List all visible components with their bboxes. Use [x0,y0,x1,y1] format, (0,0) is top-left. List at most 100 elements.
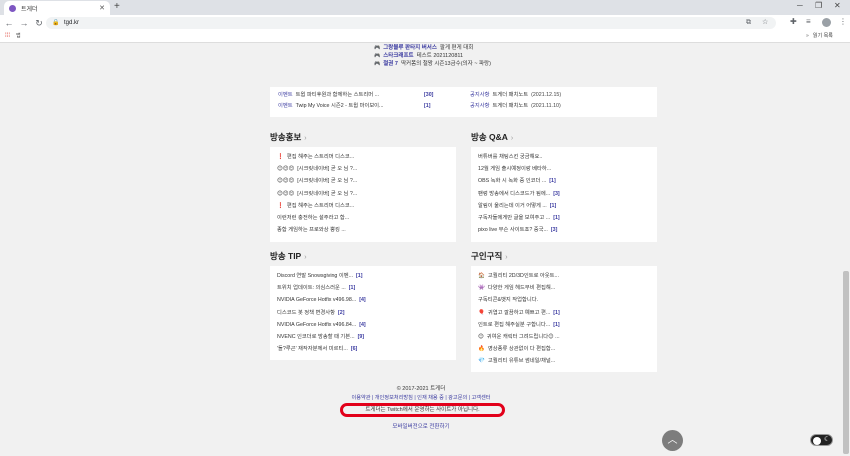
bookmarks-more-icon[interactable]: » [806,31,809,42]
chevron-right-icon: › [510,135,514,142]
section-title-promo[interactable]: 방송홍보 › [270,131,307,143]
promo-list: ❗ 편집 해주는 스트리머 디스코... 😊😊😊 [시크릿네이버] 곧 오 님 ?.… [277,151,357,236]
event-notice-box: 이벤트 트윕 파티후원과 함께하는 스트리머 ... [30] 이벤트 Twip… [270,87,657,117]
list-item[interactable]: '돌?루곤' 재작자분께서 미르티... [6] [277,343,366,355]
smile-icon: 😊😊😊 [277,190,295,197]
tip-card: Discord 연말 Snowsgiving 이벤... [1] 트위치 업데이트… [270,266,456,360]
smile-icon: 😊😊😊 [277,178,295,185]
bookmark-star-icon[interactable]: ☆ [762,17,768,29]
notice-item[interactable]: 🎮 스타크래프트 테스트 2021120811 [374,52,491,60]
list-item[interactable]: ❗ 편집 해주는 스트리머 디스코... [277,151,357,163]
reload-icon[interactable]: ↻ [33,18,45,29]
dark-mode-toggle[interactable]: ☾ [810,434,833,446]
gem-icon: 💎 [478,358,485,365]
list-item[interactable]: Discord 연말 Snowsgiving 이벤... [1] [277,270,366,282]
mobile-version-link[interactable]: 모바일버전으로 전환하기 [0,422,842,430]
gamepad-icon: 🎮 [374,53,381,59]
menu-icon[interactable]: ⋮ [839,17,847,26]
list-item[interactable]: 이런저런 충전하는 설주라고 합... [277,212,357,224]
site-favicon-icon [9,4,16,12]
list-item[interactable]: 트위치 업데이트: 의심스러운 ... [1] [277,282,366,294]
moon-icon: ☾ [824,436,831,443]
address-bar[interactable]: 🔒 tgd.kr ⧉ ☆ [46,17,776,29]
extension-icon[interactable]: ✚ [790,17,797,26]
house-icon: 🏠 [478,273,485,279]
chevron-right-icon: › [505,254,508,261]
tab-title: 트게더 [21,6,38,13]
list-item[interactable]: NVIDIA GeForce Hotfix v496.84... [4] [277,319,366,331]
list-item[interactable]: 종합 게임하는 프로와상 뿡킹 ... [277,224,357,236]
footer-links[interactable]: 이용약관 | 개인정보처리방침 | 인재 채용 중 | 광고문의 | 고객센터 [0,394,842,401]
list-item[interactable]: 😊 귀여운 캐릭터 그려드립니다😊 ... [478,331,560,343]
reading-list-link[interactable]: 읽기 목록 [813,31,833,42]
list-item[interactable]: 구독자들에게만 글을 보여주고 ... [1] [478,212,560,224]
event-row[interactable]: 이벤트 트윕 파티후원과 함께하는 스트리머 ... [30] [278,91,458,100]
profile-avatar-icon[interactable] [822,18,831,27]
list-item[interactable]: 🔥 영상종류 상관없이 다 편집합... [478,343,560,355]
section-title-qa[interactable]: 방송 Q&A › [471,131,513,143]
list-item[interactable]: NVIDIA GeForce Hotfix v496.98... [4] [277,294,366,306]
apps-label[interactable]: 앱 [16,31,21,42]
list-item[interactable]: 12월 게임 출시예정이랑 베타하... [478,163,560,175]
toggle-knob [813,436,821,445]
list-item[interactable]: OBS 녹화 시 녹화 중 인코더 ... [1] [478,175,560,187]
notice-row[interactable]: 공지사항 트게더 패치노트 (2021.11.10) [470,102,561,111]
minimize-icon[interactable]: ─ [797,1,803,10]
list-item[interactable]: 💎 고퀄리티 유튜브 썸네일/채널... [478,355,560,367]
list-item[interactable]: 알림이 울리는데 이거 어떻게 ... [1] [478,200,560,212]
smile-icon: 😊 [478,333,484,340]
tip-list: Discord 연말 Snowsgiving 이벤... [1] 트위치 업데이트… [277,270,366,355]
new-tab-icon[interactable]: + [114,1,120,13]
game-character-icon: 👾 [478,285,485,292]
notice-item[interactable]: 🎮 그랑블루 판타지 버서스 팔게 편게 대회 [374,44,491,52]
translate-icon[interactable]: ⧉ [746,17,751,29]
list-item[interactable]: ❗ 편집 해주는 스트리머 디스코... [277,200,357,212]
list-item[interactable]: 🏠 고퀄리티 2D/3D인트로 아웃트... [478,270,560,282]
window-close-icon[interactable]: ✕ [834,1,841,10]
list-item[interactable]: 😊😊😊 [시크릿네이버] 곧 오 님 ?... [277,163,357,175]
media-icon[interactable]: ≡ [806,17,811,26]
apps-grid-icon[interactable]: ⁞⁞⁞ [5,31,10,42]
list-item[interactable]: 🎈 귀엽고 깔끔하고 예쁘고 편... [1] [478,307,560,319]
tab-bar: 트게더 ✕ + ─ ❐ ✕ [0,0,850,15]
list-item[interactable]: 디스코드 봇 정책 변경사항 [2] [277,307,366,319]
maximize-icon[interactable]: ❐ [815,1,822,10]
list-item[interactable]: pixo live 무슨 사이트죠? 중국... [3] [478,224,560,236]
tab-close-icon[interactable]: ✕ [99,4,105,12]
url-text: tgd.kr [64,20,80,26]
list-item[interactable]: 인트로 편집 해주실분 구합니다... [1] [478,319,560,331]
notice-item[interactable]: 🎮 철권 7 딱커폼의 철왕 시즌13금수(의자 ~ 파랑) [374,60,491,68]
gamepad-icon: 🎮 [374,45,381,51]
qa-card: 버튜버를 채팅스킨 궁금해요.. 12월 게임 출시예정이랑 베타하... OB… [471,147,657,242]
list-item[interactable]: 팬렁 방송에서 디스코드가 됨에... [3] [478,188,560,200]
back-icon[interactable]: ← [3,18,15,28]
jobs-card: 🏠 고퀄리티 2D/3D인트로 아웃트... 👾 다양한 게임 헤드무비 편집해..… [471,266,657,372]
chevron-right-icon: › [304,254,307,261]
disclaimer-highlight: 트게더는 Twitch에서 운영하는 사이트가 아닙니다. [340,403,505,417]
list-item[interactable]: 😊😊😊 [시크릿네이버] 곧 오 님 ?... [277,175,357,187]
section-title-jobs[interactable]: 구인구직 › [471,250,508,262]
footer-copyright: © 2017-2021 트게더 [396,386,446,392]
scrollbar-thumb[interactable] [843,271,849,454]
disclaimer-text: 트게더는 Twitch에서 운영하는 사이트가 아닙니다. [365,407,480,413]
exclamation-icon: ❗ [277,154,284,160]
list-item[interactable]: 👾 다양한 게임 헤드무비 편집해... [478,282,560,294]
list-item[interactable]: 😊😊😊 [시크릿네이버] 곧 오 님 ?... [277,188,357,200]
event-row[interactable]: 이벤트 Twip My Voice 시즌2 - 트윕 마이보이... [1] [278,102,458,111]
list-item[interactable]: 버튜버를 채팅스킨 궁금해요.. [478,151,560,163]
qa-list: 버튜버를 채팅스킨 궁금해요.. 12월 게임 출시예정이랑 베타하... OB… [478,151,560,236]
browser-toolbar: ← → ↻ 🔒 tgd.kr ⧉ ☆ ✚ ≡ ⋮ [0,15,850,31]
notice-row[interactable]: 공지사항 트게더 패치노트 (2021.12.15) [470,91,561,100]
chevron-right-icon: › [304,135,307,142]
gamepad-icon: 🎮 [374,61,381,67]
browser-tab[interactable]: 트게더 ✕ [4,1,110,15]
section-title-tip[interactable]: 방송 TIP › [270,250,307,262]
scroll-to-top-button[interactable]: ︿ [662,430,683,451]
jobs-list: 🏠 고퀄리티 2D/3D인트로 아웃트... 👾 다양한 게임 헤드무비 편집해..… [478,270,560,368]
smile-icon: 😊😊😊 [277,166,295,173]
forward-icon[interactable]: → [18,18,30,28]
balloon-icon: 🎈 [478,309,485,316]
page-scrollbar[interactable] [842,43,850,456]
list-item[interactable]: 구독티콘&뱃지 작업합니다. [478,294,560,306]
list-item[interactable]: NVENC 인코더로 방송할 때 기본... [9] [277,331,366,343]
